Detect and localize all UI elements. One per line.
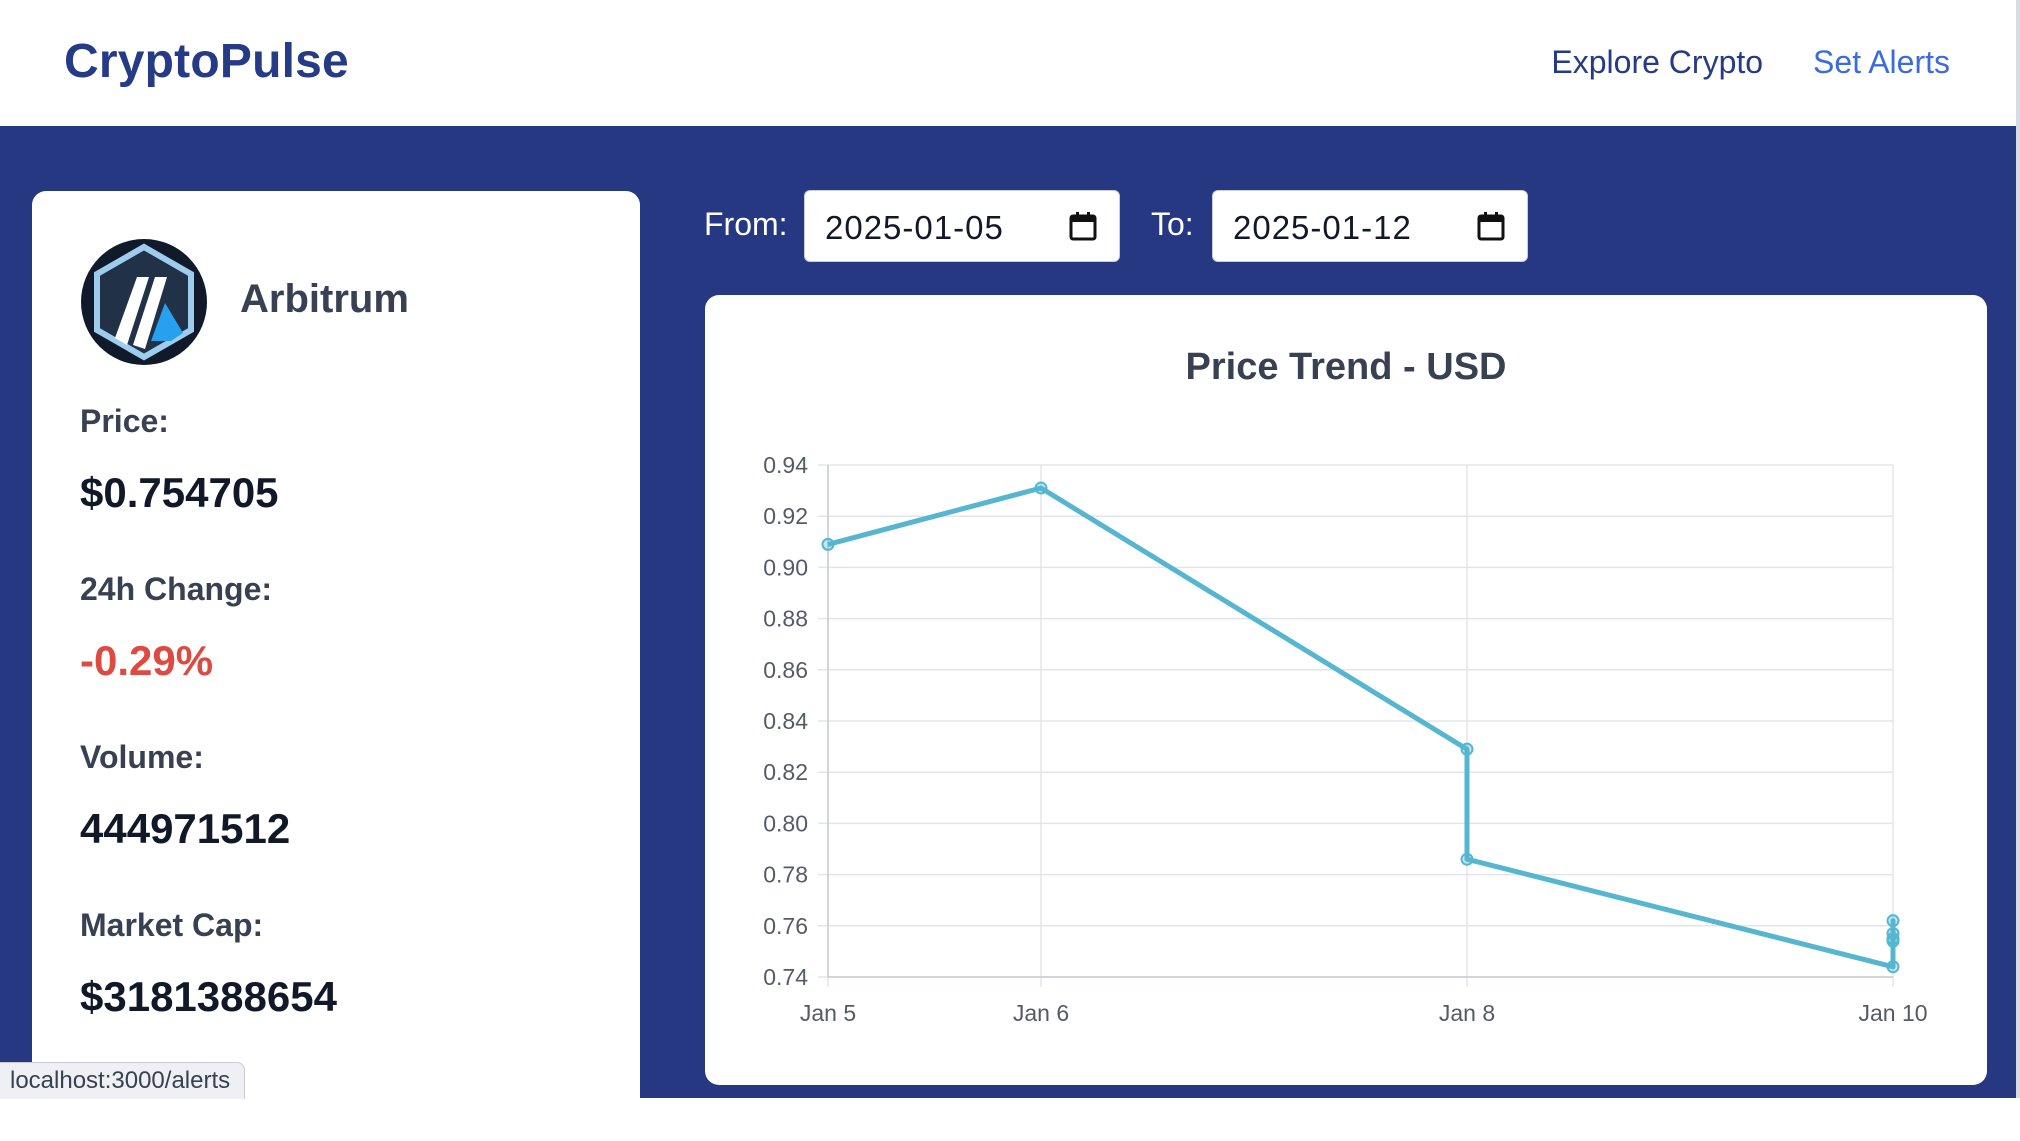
data-point (1886, 960, 1900, 974)
to-label: To: (1151, 206, 1194, 242)
data-point (1034, 481, 1048, 495)
price-line (827, 485, 1896, 970)
coin-name: Arbitrum (240, 277, 409, 321)
market-cap-value: $3181388654 (80, 973, 337, 1020)
to-date-value: 2025-01-12 (1233, 209, 1412, 246)
brand-logo-text[interactable]: CryptoPulse (64, 34, 349, 89)
data-point (1460, 742, 1474, 756)
calendar-icon[interactable] (1069, 211, 1097, 241)
data-point (1886, 934, 1900, 948)
main-nav: Explore Crypto Set Alerts (1551, 44, 1950, 81)
price-trend-card: Price Trend - USD 0.94 0.92 0.90 0.88 0.86 0.8… (705, 295, 1987, 1085)
price-trend-chart: Price Trend - USD 0.94 0.92 0.90 0.88 0.86 0.8… (763, 346, 1927, 1026)
y-tick-label: 0.78 (763, 862, 808, 888)
y-tick-label: 0.82 (763, 759, 808, 785)
nav-set-alerts[interactable]: Set Alerts (1813, 44, 1950, 81)
data-point (821, 537, 835, 551)
change-24h-value: -0.29% (80, 637, 214, 684)
y-tick-label: 0.92 (763, 503, 808, 529)
y-tick-label: 0.80 (763, 810, 808, 836)
dashboard-area: Arbitrum Price: $0.754705 24h Change: -0… (0, 126, 2020, 1141)
coin-info-card: Arbitrum Price: $0.754705 24h Change: -0… (32, 191, 640, 1141)
price-value: $0.754705 (80, 469, 279, 516)
from-date-input[interactable]: 2025-01-05 (804, 190, 1120, 262)
data-point (1460, 852, 1474, 866)
nav-explore-crypto[interactable]: Explore Crypto (1551, 44, 1763, 81)
to-date-input[interactable]: 2025-01-12 (1212, 190, 1528, 262)
top-navbar: CryptoPulse Explore Crypto Set Alerts (0, 0, 2020, 126)
y-tick-label: 0.74 (763, 964, 808, 990)
x-tick-label: Jan 5 (800, 1000, 856, 1026)
market-cap-label: Market Cap: (80, 907, 264, 943)
y-tick-label: 0.90 (763, 554, 808, 580)
price-label: Price: (80, 403, 169, 439)
x-tick-label: Jan 6 (1013, 1000, 1069, 1026)
y-tick-label: 0.84 (763, 708, 808, 734)
y-tick-label: 0.94 (763, 452, 808, 478)
from-label: From: (704, 206, 788, 242)
y-tick-label: 0.76 (763, 913, 808, 939)
arbitrum-logo-icon (81, 239, 207, 365)
volume-label: Volume: (80, 739, 204, 775)
y-tick-label: 0.86 (763, 657, 808, 683)
calendar-icon[interactable] (1477, 211, 1505, 241)
chart-title: Price Trend - USD (1186, 346, 1507, 388)
from-date-value: 2025-01-05 (825, 209, 1004, 246)
data-point (1886, 914, 1900, 928)
y-tick-label: 0.88 (763, 606, 808, 632)
x-tick-label: Jan 8 (1439, 1000, 1495, 1026)
change-24h-label: 24h Change: (80, 571, 273, 607)
x-tick-label: Jan 10 (1858, 1000, 1927, 1026)
status-bar-url: localhost:3000/alerts (0, 1062, 246, 1099)
volume-value: 444971512 (80, 805, 291, 852)
